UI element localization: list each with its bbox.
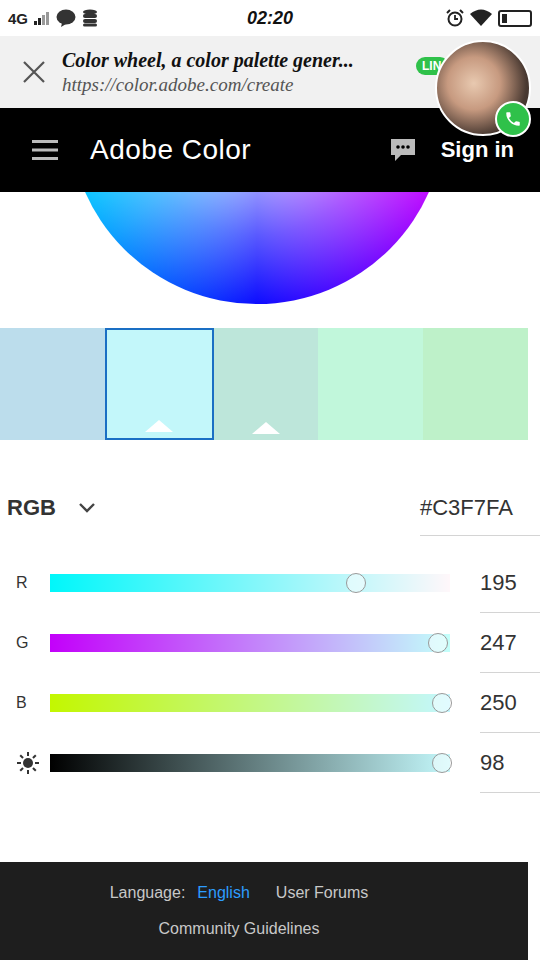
footer: Language: English User Forums Community Gui… <box>0 862 528 960</box>
language-picker: Language: English <box>110 884 250 902</box>
slider-thumb[interactable] <box>432 693 452 713</box>
color-wheel-area <box>0 192 540 304</box>
footer-row: Language: English User Forums <box>110 884 369 902</box>
status-bar: 4G 02:20 <box>0 0 540 36</box>
language-link[interactable]: English <box>197 884 249 902</box>
page-url: https://color.adobe.com/create <box>62 74 354 96</box>
app-title: Adobe Color <box>90 134 389 166</box>
chat-icon[interactable] <box>389 137 417 163</box>
slider-value[interactable]: 250 <box>480 673 540 733</box>
page-title: Color wheel, a color palette gener... <box>62 49 354 72</box>
network-label: 4G <box>8 10 28 27</box>
browser-bar: Color wheel, a color palette gener...htt… <box>0 36 540 108</box>
slider-track[interactable] <box>50 754 450 772</box>
page-info: Color wheel, a color palette gener...htt… <box>62 49 354 96</box>
sign-in-button[interactable]: Sign in <box>441 137 514 163</box>
database-icon <box>82 9 98 27</box>
color-swatch[interactable] <box>423 328 528 440</box>
menu-icon[interactable] <box>32 139 58 161</box>
mode-label: RGB <box>7 495 56 521</box>
slider-list: R 195 G 247 B 25098 <box>0 553 540 793</box>
slider-value[interactable]: 98 <box>480 733 540 793</box>
slider-label: G <box>0 634 50 652</box>
status-right <box>362 9 532 27</box>
slider-value[interactable]: 195 <box>480 553 540 613</box>
slider-thumb[interactable] <box>346 573 366 593</box>
phone-icon <box>504 110 522 128</box>
slider-row: R 195 <box>0 553 540 613</box>
line-app-icon <box>56 9 76 27</box>
mode-row: RGB #C3F7FA <box>0 480 540 536</box>
slider-label: R <box>0 574 50 592</box>
slider-track[interactable] <box>50 634 450 652</box>
footer-row: Community Guidelines <box>159 920 320 938</box>
swatch-marker <box>252 422 280 434</box>
call-button[interactable] <box>495 101 531 137</box>
chevron-down-icon <box>78 502 96 514</box>
slider-track[interactable] <box>50 694 450 712</box>
footer-link[interactable]: User Forums <box>276 884 368 902</box>
slider-label: B <box>0 694 50 712</box>
alarm-icon <box>446 9 464 27</box>
slider-thumb[interactable] <box>432 753 452 773</box>
signal-icon <box>34 11 50 25</box>
color-swatch[interactable] <box>105 328 214 440</box>
page: 4G 02:20 Color wheel, a color palette gene… <box>0 0 540 960</box>
clock: 02:20 <box>247 8 293 29</box>
mode-select[interactable]: RGB <box>7 495 96 521</box>
slider-row: B 250 <box>0 673 540 733</box>
slider-track[interactable] <box>50 574 450 592</box>
status-left: 4G <box>8 9 178 27</box>
close-icon[interactable] <box>22 60 46 84</box>
brightness-icon <box>16 751 40 775</box>
swatch-marker <box>145 420 173 432</box>
battery-fill <box>502 14 507 23</box>
swatch-row <box>0 328 528 440</box>
language-label: Language: <box>110 884 186 902</box>
slider-value[interactable]: 247 <box>480 613 540 673</box>
hex-field[interactable]: #C3F7FA <box>420 480 540 536</box>
battery-icon <box>498 10 532 27</box>
slider-row: G 247 <box>0 613 540 673</box>
color-swatch[interactable] <box>0 328 105 440</box>
slider-label <box>0 751 50 775</box>
color-swatch[interactable] <box>214 328 319 440</box>
slider-thumb[interactable] <box>428 633 448 653</box>
wifi-icon <box>470 9 492 27</box>
footer-link[interactable]: Community Guidelines <box>159 920 320 938</box>
slider-row: 98 <box>0 733 540 793</box>
color-swatch[interactable] <box>318 328 423 440</box>
color-wheel[interactable] <box>69 192 445 304</box>
